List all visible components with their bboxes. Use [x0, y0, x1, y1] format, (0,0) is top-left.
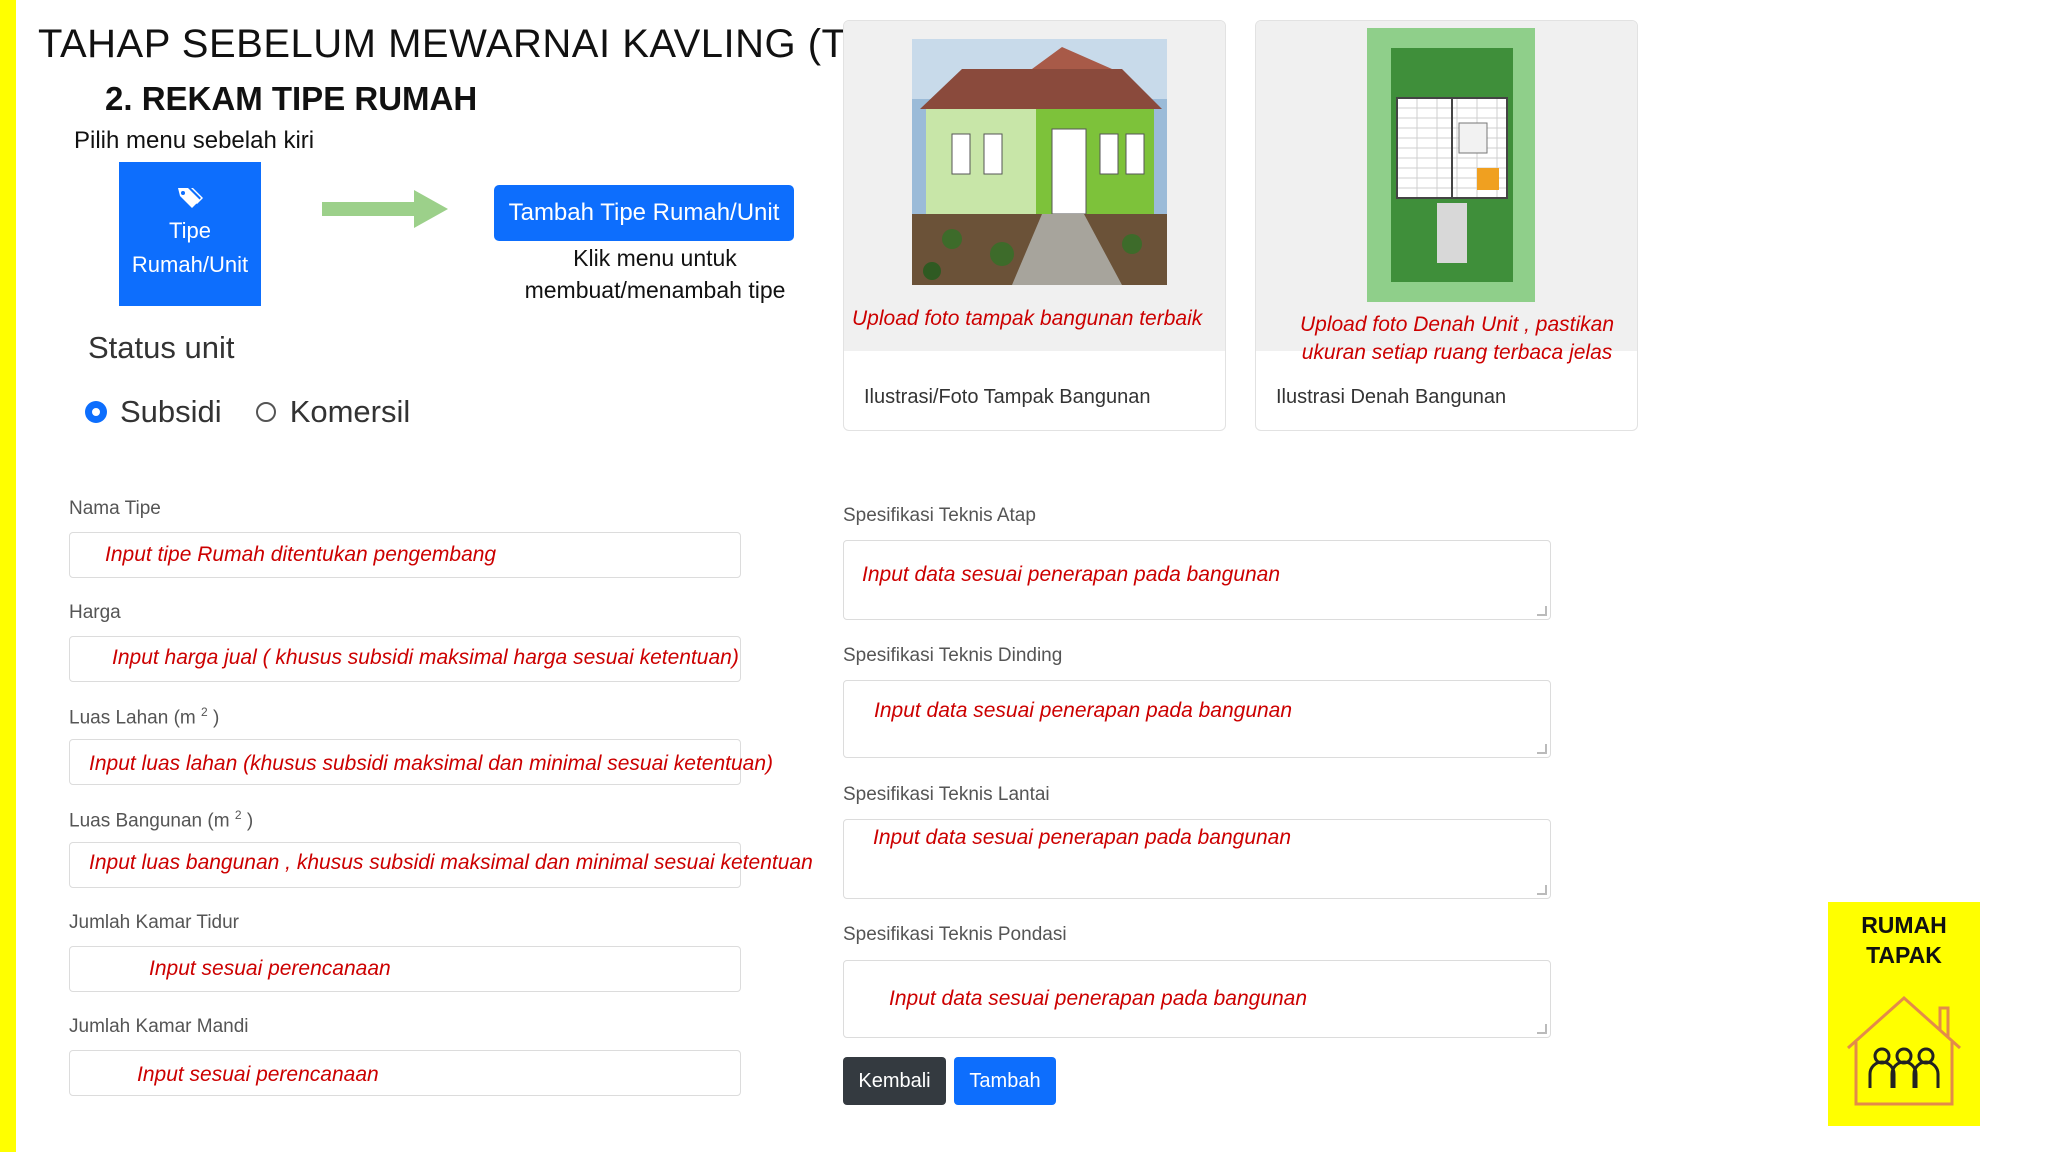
submit-add-button[interactable]: Tambah	[954, 1057, 1056, 1105]
floorplan-caption-line2: ukuran setiap ruang terbaca jelas	[1301, 341, 1613, 364]
label-luas-bangunan-text: Luas Bangunan (m	[69, 810, 230, 832]
radio-subsidi[interactable]: Subsidi	[86, 394, 222, 430]
textarea-spek-dinding[interactable]: Input data sesuai penerapan pada banguna…	[843, 680, 1551, 758]
slide-title: TAHAP SEBELUM MEWARNAI KAVLING (TAPAK)	[38, 22, 964, 66]
status-unit-label: Status unit	[88, 330, 235, 365]
value-harga: Input harga jual ( khusus subsidi maksim…	[112, 646, 739, 669]
radio-komersil[interactable]: Komersil	[255, 394, 411, 430]
menu-tile-line1: Tipe	[169, 218, 211, 243]
label-luas-lahan: Luas Lahan (m 2 )	[69, 705, 219, 729]
value-nama-tipe: Input tipe Rumah ditentukan pengembang	[105, 543, 497, 566]
status-unit-radio-group: Subsidi Komersil	[86, 394, 444, 430]
floorplan-card-footer: Ilustrasi Denah Bangunan	[1276, 386, 1507, 408]
label-luas-lahan-sup: 2	[201, 705, 208, 719]
resize-handle-icon[interactable]	[1537, 1024, 1547, 1034]
house-people-icon	[1847, 995, 1961, 1106]
value-kamar-tidur: Input sesuai perencanaan	[149, 957, 391, 980]
input-nama-tipe[interactable]: Input tipe Rumah ditentukan pengembang	[69, 532, 741, 578]
label-spek-lantai: Spesifikasi Teknis Lantai	[843, 784, 1050, 805]
textarea-spek-atap[interactable]: Input data sesuai penerapan pada banguna…	[843, 540, 1551, 620]
menu-tile-line2: Rumah/Unit	[131, 252, 249, 277]
facade-photo-card[interactable]: Upload foto tampak bangunan terbaik Ilus…	[843, 20, 1226, 431]
value-luas-lahan: Input luas lahan (khusus subsidi maksima…	[89, 752, 774, 775]
label-kamar-mandi: Jumlah Kamar Mandi	[69, 1016, 249, 1037]
menu-hint: Pilih menu sebelah kiri	[74, 127, 315, 154]
label-luas-bangunan-sup: 2	[234, 808, 242, 822]
add-button-note: Klik menu untuk membuat/menambah tipe	[480, 242, 830, 306]
right-arrow-icon	[322, 190, 448, 228]
value-spek-atap: Input data sesuai penerapan pada banguna…	[862, 563, 1281, 586]
label-nama-tipe: Nama Tipe	[69, 498, 161, 519]
textarea-spek-pondasi[interactable]: Input data sesuai penerapan pada banguna…	[843, 960, 1551, 1038]
label-luas-lahan-end: )	[213, 707, 220, 729]
value-kamar-mandi: Input sesuai perencanaan	[137, 1063, 379, 1086]
radio-unchecked-icon[interactable]	[255, 402, 276, 422]
badge-line2: TAPAK	[1866, 942, 1942, 968]
input-luas-lahan[interactable]: Input luas lahan (khusus subsidi maksima…	[69, 739, 773, 785]
label-spek-atap: Spesifikasi Teknis Atap	[843, 505, 1036, 526]
note-line2: membuat/menambah tipe	[524, 277, 786, 303]
radio-label-komersil: Komersil	[289, 394, 411, 429]
floorplan-photo-card[interactable]: Upload foto Denah Unit , pastikan ukuran…	[1255, 20, 1638, 431]
resize-handle-icon[interactable]	[1537, 885, 1547, 895]
house-facade-image	[912, 39, 1167, 285]
radio-label-subsidi: Subsidi	[120, 394, 222, 429]
badge-line1: RUMAH	[1861, 912, 1947, 938]
floorplan-caption-line1: Upload foto Denah Unit , pastikan	[1299, 313, 1615, 336]
input-luas-bangunan[interactable]: Input luas bangunan , khusus subsidi mak…	[69, 842, 813, 888]
facade-card-footer: Ilustrasi/Foto Tampak Bangunan	[864, 386, 1151, 408]
resize-handle-icon[interactable]	[1537, 606, 1547, 616]
note-line1: Klik menu untuk	[573, 245, 737, 271]
left-accent-bar	[0, 0, 16, 1152]
input-harga[interactable]: Input harga jual ( khusus subsidi maksim…	[69, 636, 741, 682]
input-kamar-mandi[interactable]: Input sesuai perencanaan	[69, 1050, 741, 1096]
value-spek-lantai: Input data sesuai penerapan pada banguna…	[873, 826, 1292, 849]
section-subtitle: 2. REKAM TIPE RUMAH	[105, 80, 478, 117]
add-house-type-button[interactable]: Tambah Tipe Rumah/Unit	[494, 185, 794, 241]
rumah-tapak-badge: RUMAH TAPAK	[1828, 902, 1980, 1126]
input-kamar-tidur[interactable]: Input sesuai perencanaan	[69, 946, 741, 992]
label-harga: Harga	[69, 602, 121, 623]
value-luas-bangunan: Input luas bangunan , khusus subsidi mak…	[89, 851, 813, 874]
radio-checked-icon[interactable]	[86, 402, 106, 422]
label-luas-bangunan: Luas Bangunan (m 2 )	[69, 808, 253, 832]
label-luas-bangunan-end: )	[246, 810, 254, 832]
resize-handle-icon[interactable]	[1537, 744, 1547, 754]
label-spek-pondasi: Spesifikasi Teknis Pondasi	[843, 924, 1067, 945]
value-spek-dinding: Input data sesuai penerapan pada banguna…	[874, 699, 1293, 722]
back-button[interactable]: Kembali	[843, 1057, 946, 1105]
label-luas-lahan-text: Luas Lahan (m	[69, 707, 196, 729]
label-spek-dinding: Spesifikasi Teknis Dinding	[843, 645, 1063, 666]
floorplan-upload-caption: Upload foto Denah Unit , pastikan ukuran…	[1292, 311, 1622, 367]
value-spek-pondasi: Input data sesuai penerapan pada banguna…	[889, 987, 1308, 1010]
label-kamar-tidur: Jumlah Kamar Tidur	[69, 912, 240, 933]
tags-icon	[119, 186, 261, 214]
sidebar-menu-tipe-rumah[interactable]: Tipe Rumah/Unit	[119, 162, 261, 306]
facade-upload-caption: Upload foto tampak bangunan terbaik	[852, 307, 1203, 330]
floorplan-image	[1367, 28, 1535, 302]
textarea-spek-lantai[interactable]: Input data sesuai penerapan pada banguna…	[843, 819, 1551, 899]
